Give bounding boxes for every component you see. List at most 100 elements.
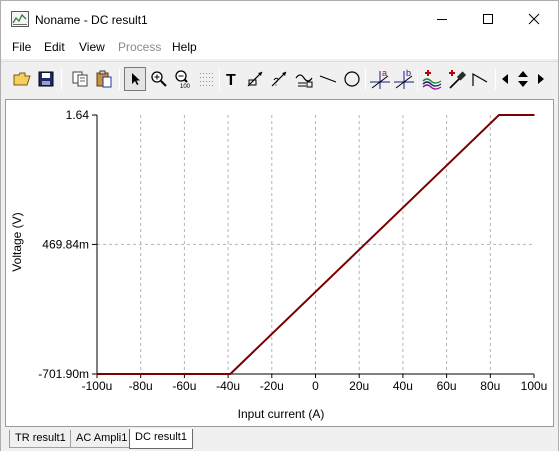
window-title: Noname - DC result1 — [35, 13, 148, 27]
series-point — [498, 114, 500, 116]
circle-button[interactable] — [341, 67, 363, 91]
toolbar-separator — [495, 68, 496, 90]
copy-button[interactable] — [69, 67, 91, 91]
paste-icon — [96, 70, 112, 88]
zoom-100-button[interactable]: 100 — [172, 67, 194, 91]
menu-file[interactable]: File — [12, 40, 31, 54]
close-icon — [528, 13, 540, 24]
comment-arrow-icon — [247, 71, 263, 87]
circle-icon — [344, 71, 360, 87]
cursor-b-icon: b — [394, 68, 414, 89]
zoom-100-label: 100 — [180, 84, 191, 89]
tab-tr-result1[interactable]: TR result1 — [9, 430, 72, 448]
copy-icon — [72, 71, 88, 87]
pointer-arrow-icon — [132, 73, 140, 85]
add-curve-icon — [422, 70, 442, 90]
y-tick-label: -701.90m — [38, 367, 89, 381]
scroll-updown-icon — [518, 71, 528, 87]
scroll-right-button[interactable] — [534, 67, 548, 91]
toolbar-separator — [61, 68, 62, 90]
scroll-right-icon — [538, 74, 544, 84]
x-tick-label: -60u — [172, 379, 196, 393]
toolbar-separator — [119, 68, 120, 90]
menu-process[interactable]: Process — [118, 40, 161, 54]
open-folder-icon — [13, 72, 31, 86]
series-point — [533, 114, 535, 116]
paste-button[interactable] — [93, 67, 115, 91]
y-tick-label: 1.64 — [66, 108, 90, 122]
tab-ac-ampli1[interactable]: AC Ampli1 — [70, 430, 134, 448]
zoom-in-button[interactable] — [148, 67, 170, 91]
title-bar[interactable]: Noname - DC result1 — [1, 1, 558, 36]
scroll-updown-button[interactable] — [512, 67, 534, 91]
comment-arrow-button[interactable] — [245, 67, 267, 91]
grid-button[interactable] — [196, 67, 218, 91]
save-button[interactable] — [35, 67, 57, 91]
series-point — [229, 373, 232, 375]
toolbar-separator — [219, 68, 220, 90]
chart-area[interactable]: -100u -80u -60u -40u -20u 0 20u 40u 60u 80u 100u 1… — [5, 99, 554, 427]
menu-help[interactable]: Help — [172, 40, 197, 54]
cursor-a-icon: a — [370, 68, 390, 89]
add-curve-button[interactable] — [421, 67, 443, 91]
comment-question-icon — [271, 71, 287, 87]
tab-dc-result1[interactable]: DC result1 — [129, 429, 193, 449]
x-tick-label: 60u — [437, 379, 457, 393]
x-tick-label: -80u — [129, 379, 153, 393]
x-axis-ticks: -100u -80u -60u -40u -20u 0 20u 40u 60u 80u 100u — [82, 374, 548, 393]
x-tick-label: -100u — [82, 379, 113, 393]
minimize-button[interactable] — [419, 1, 465, 36]
slope-button[interactable] — [469, 67, 491, 91]
scroll-left-button[interactable] — [498, 67, 512, 91]
maximize-button[interactable] — [465, 1, 511, 36]
maximize-icon — [483, 13, 493, 24]
grid-dots-icon — [200, 73, 213, 86]
comment-question-button[interactable] — [269, 67, 291, 91]
toolbar-separator — [417, 68, 418, 90]
menu-edit[interactable]: Edit — [44, 40, 65, 54]
line-icon — [319, 75, 337, 83]
cursor-b-glyph: b — [406, 68, 411, 78]
y-tick-label: 469.84m — [42, 237, 89, 251]
y-axis-label: Voltage (V) — [10, 212, 24, 271]
text-tool-button[interactable]: T — [221, 67, 243, 91]
x-tick-label: -40u — [216, 379, 240, 393]
cursor-b-button[interactable]: b — [393, 67, 415, 91]
minimize-icon — [437, 18, 447, 20]
series-point — [96, 373, 98, 375]
text-tool-glyph: T — [226, 72, 236, 88]
x-tick-label: 100u — [521, 379, 548, 393]
open-button[interactable] — [11, 67, 33, 91]
app-window: Noname - DC result1 File Edit View Proce… — [0, 0, 559, 451]
zoom-in-icon — [151, 71, 167, 87]
x-tick-label: 0 — [312, 379, 319, 393]
menu-bar: File Edit View Process Help — [1, 36, 558, 59]
menu-view[interactable]: View — [79, 40, 105, 54]
toolbar-separator — [365, 68, 366, 90]
x-axis-label: Input current (A) — [238, 407, 325, 421]
x-tick-label: 20u — [349, 379, 369, 393]
line-button[interactable] — [317, 67, 339, 91]
y-axis-ticks: 1.64 469.84m -701.90m — [38, 108, 97, 381]
line-label-icon — [295, 74, 313, 88]
x-tick-label: 80u — [480, 379, 500, 393]
scroll-left-icon — [502, 74, 508, 84]
close-button[interactable] — [511, 1, 557, 36]
line-label-button[interactable] — [293, 67, 315, 91]
dc-result-chart[interactable]: -100u -80u -60u -40u -20u 0 20u 40u 60u 80u 100u 1… — [6, 100, 553, 426]
text-tool-icon: T — [226, 72, 236, 88]
chart-grid — [97, 115, 534, 374]
pointer-button[interactable] — [124, 67, 146, 91]
toolbar: 100 T a b — [1, 61, 558, 97]
x-tick-label: -20u — [260, 379, 284, 393]
zoom-100-icon: 100 — [175, 70, 191, 89]
document-tabs: TR result1 AC Ampli1 DC result1 — [1, 429, 558, 451]
app-icon — [11, 11, 29, 27]
x-tick-label: 40u — [393, 379, 413, 393]
cursor-a-glyph: a — [382, 68, 387, 78]
cursor-a-button[interactable]: a — [369, 67, 391, 91]
probe-button[interactable] — [445, 67, 467, 91]
slope-icon — [472, 72, 488, 86]
save-icon — [38, 71, 54, 87]
probe-icon — [449, 70, 467, 89]
